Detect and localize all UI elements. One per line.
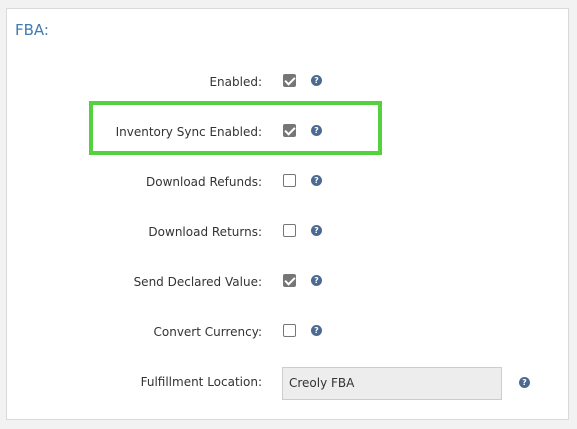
setting-row-send-declared-value: Send Declared Value: ? — [7, 271, 570, 295]
highlight-box — [89, 101, 382, 155]
download-returns-label: Download Returns: — [148, 225, 262, 239]
help-icon[interactable]: ? — [311, 275, 322, 286]
convert-currency-checkbox[interactable] — [283, 324, 296, 337]
setting-row-fulfillment-location: Fulfillment Location: Creoly FBA ? — [7, 367, 570, 400]
section-title: FBA: — [15, 21, 49, 39]
enabled-checkbox[interactable] — [283, 74, 296, 87]
send-declared-value-checkbox[interactable] — [283, 274, 296, 287]
download-refunds-checkbox[interactable] — [283, 174, 296, 187]
fulfillment-location-label: Fulfillment Location: — [140, 375, 262, 389]
help-icon[interactable]: ? — [311, 75, 322, 86]
download-refunds-label: Download Refunds: — [146, 175, 262, 189]
help-icon[interactable]: ? — [519, 377, 530, 388]
setting-row-enabled: Enabled: ? — [7, 71, 570, 95]
setting-row-download-returns: Download Returns: ? — [7, 221, 570, 245]
fulfillment-location-field[interactable]: Creoly FBA — [282, 367, 502, 400]
download-returns-checkbox[interactable] — [283, 224, 296, 237]
convert-currency-label: Convert Currency: — [153, 325, 263, 339]
send-declared-value-label: Send Declared Value: — [133, 275, 262, 289]
setting-row-download-refunds: Download Refunds: ? — [7, 171, 570, 195]
help-icon[interactable]: ? — [311, 175, 322, 186]
enabled-label: Enabled: — [209, 75, 262, 89]
setting-row-convert-currency: Convert Currency: ? — [7, 321, 570, 345]
help-icon[interactable]: ? — [311, 325, 322, 336]
help-icon[interactable]: ? — [311, 225, 322, 236]
fba-settings-panel: FBA: Enabled: ? Inventory Sync Enabled: … — [6, 8, 569, 420]
